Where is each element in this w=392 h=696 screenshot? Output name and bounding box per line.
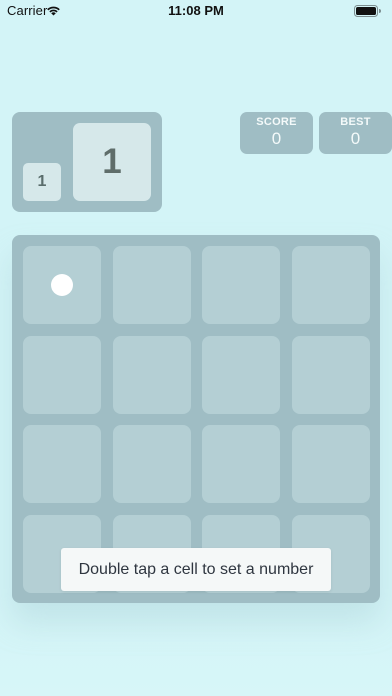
best-label: BEST bbox=[340, 116, 371, 128]
status-time: 11:08 PM bbox=[168, 3, 224, 18]
board-cell[interactable] bbox=[23, 246, 101, 324]
battery-icon bbox=[354, 5, 381, 17]
status-bar: Carrier 11:08 PM bbox=[0, 0, 392, 22]
score-value: 0 bbox=[271, 129, 282, 148]
board-cell[interactable] bbox=[112, 425, 191, 503]
board-cell[interactable] bbox=[291, 246, 370, 324]
score-box: SCORE 0 bbox=[240, 112, 313, 154]
board-cell[interactable] bbox=[291, 425, 370, 503]
board-cell[interactable] bbox=[202, 335, 280, 414]
cursor-dot bbox=[51, 274, 73, 296]
board-cell[interactable] bbox=[23, 425, 101, 503]
best-box: BEST 0 bbox=[319, 112, 392, 154]
next-tile-small: 1 bbox=[23, 163, 61, 201]
board-cell[interactable] bbox=[291, 335, 370, 414]
board-cell[interactable] bbox=[112, 246, 191, 324]
best-value: 0 bbox=[350, 129, 361, 148]
game-screen: Carrier 11:08 PM 1 1 SCORE 0 BEST 0 Doub… bbox=[0, 0, 392, 696]
board-cell[interactable] bbox=[202, 246, 280, 324]
hint-toast: Double tap a cell to set a number bbox=[61, 548, 331, 591]
board-cell[interactable] bbox=[202, 425, 280, 503]
next-tile-large: 1 bbox=[73, 123, 151, 201]
board-cell[interactable] bbox=[112, 335, 191, 414]
score-label: SCORE bbox=[256, 116, 297, 128]
board-cell[interactable] bbox=[23, 335, 101, 414]
next-tiles-preview: 1 1 bbox=[12, 112, 162, 212]
